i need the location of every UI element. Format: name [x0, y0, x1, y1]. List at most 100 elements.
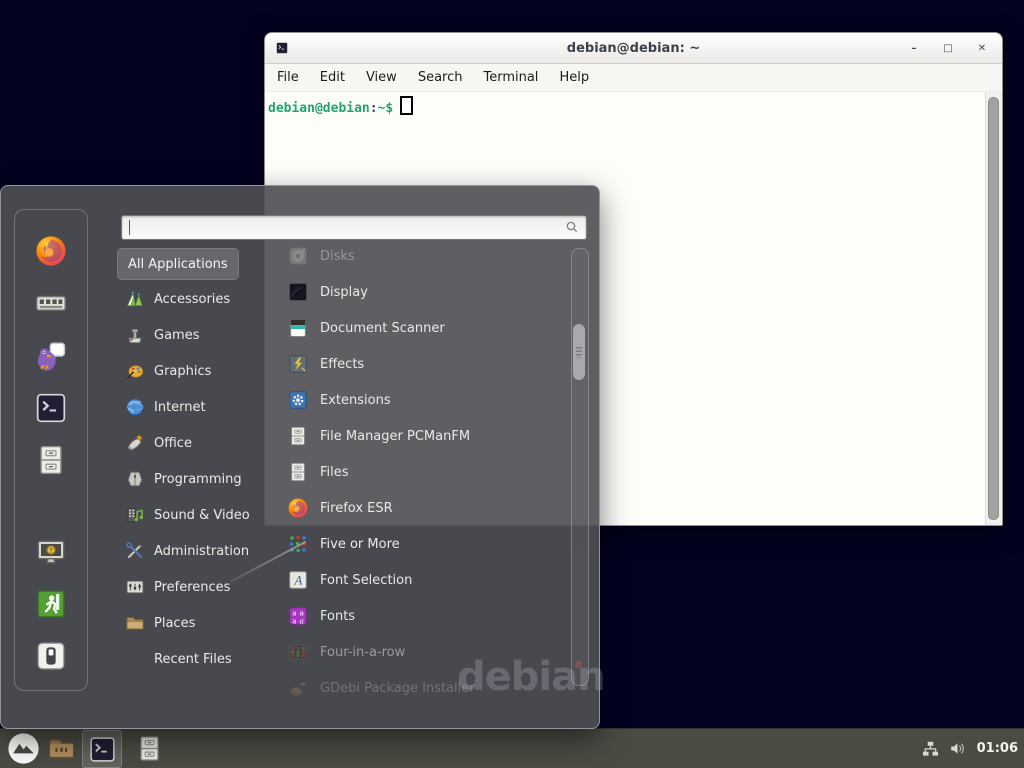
app-label: Font Selection: [320, 573, 412, 588]
app-font-selection[interactable]: A Font Selection: [287, 565, 567, 595]
taskbar-launcher-terminal[interactable]: [82, 730, 122, 768]
disks-icon: [287, 245, 309, 267]
category-label: Places: [154, 616, 195, 631]
app-file-manager-pcmanfm[interactable]: File Manager PCManFM: [287, 421, 567, 451]
category-graphics[interactable]: Graphics: [117, 356, 219, 386]
category-administration[interactable]: Administration: [117, 536, 257, 566]
terminal-cursor: [400, 96, 413, 115]
firefox-icon: [34, 234, 68, 268]
desktop: debian@debian: ~ –□✕ FileEditViewSearchT…: [0, 0, 1024, 768]
app-disks[interactable]: Disks: [287, 241, 567, 271]
favorite-pidgin[interactable]: [31, 336, 71, 376]
app-gdebi-package-installer[interactable]: GDebi Package Installer: [287, 673, 567, 703]
app-label: Four-in-a-row: [320, 645, 405, 660]
app-effects[interactable]: Effects: [287, 349, 567, 379]
app-five-or-more[interactable]: Five or More: [287, 529, 567, 559]
app-label: Extensions: [320, 393, 391, 408]
category-preferences[interactable]: Preferences: [117, 572, 238, 602]
category-places[interactable]: Places: [117, 608, 203, 638]
category-games[interactable]: Games: [117, 320, 207, 350]
app-label: Five or More: [320, 537, 400, 552]
minimize-button[interactable]: –: [908, 43, 920, 54]
category-label: Administration: [154, 544, 249, 559]
app-fonts[interactable]: aaaaFonts: [287, 601, 567, 631]
category-recent-files[interactable]: Recent Files: [117, 644, 240, 674]
favorite-file-cabinet[interactable]: [31, 440, 71, 480]
keyboard-icon: [34, 286, 68, 320]
svg-text:a: a: [299, 616, 303, 625]
app-extensions[interactable]: Extensions: [287, 385, 567, 415]
shutdown-button[interactable]: [31, 636, 71, 676]
app-firefox-esr[interactable]: Firefox ESR: [287, 493, 567, 523]
taskbar-launcher-files[interactable]: [130, 730, 168, 766]
app-files[interactable]: Files: [287, 457, 567, 487]
internet-icon: [125, 397, 145, 417]
favorite-firefox[interactable]: [31, 231, 71, 271]
firefox-icon: [287, 497, 309, 519]
maximize-button[interactable]: □: [942, 43, 954, 54]
menu-help[interactable]: Help: [559, 70, 589, 85]
logout-button[interactable]: [31, 584, 71, 624]
app-label: GDebi Package Installer: [320, 681, 475, 696]
category-programming[interactable]: Programming: [117, 464, 250, 494]
menu-search[interactable]: Search: [418, 70, 463, 85]
app-document-scanner[interactable]: Document Scanner: [287, 313, 567, 343]
search-input[interactable]: [129, 218, 557, 235]
category-internet[interactable]: Internet: [117, 392, 214, 422]
terminal-prompt: debian@debian:~$: [268, 96, 413, 116]
app-label: Effects: [320, 357, 364, 372]
close-button[interactable]: ✕: [976, 43, 988, 54]
favorites-panel: ?: [14, 209, 88, 691]
gdebi-icon: [287, 677, 309, 699]
terminal-titlebar[interactable]: debian@debian: ~ –□✕: [265, 33, 1002, 64]
terminal-scrollbar-thumb[interactable]: [988, 97, 999, 520]
office-icon: [125, 433, 145, 453]
svg-text:?: ?: [49, 547, 53, 555]
terminal-scrollbar[interactable]: [985, 92, 1002, 525]
taskbar-launcher-file-manager[interactable]: [42, 730, 80, 766]
category-all-applications[interactable]: All Applications: [117, 248, 239, 280]
prompt-separator: :: [370, 101, 378, 116]
search-box[interactable]: [121, 215, 587, 240]
preferences-icon: [125, 577, 145, 597]
category-label: Sound & Video: [154, 508, 250, 523]
category-accessories[interactable]: Accessories: [117, 284, 238, 314]
application-menu: ? All Applications Accessories Games Graphi…: [0, 185, 600, 729]
menu-view[interactable]: View: [366, 70, 397, 85]
category-label: Programming: [154, 472, 242, 487]
taskbar: 01:06: [0, 728, 1024, 768]
four-in-a-row-icon: [287, 641, 309, 663]
category-label: Preferences: [154, 580, 230, 595]
file-cabinet-icon: [287, 461, 309, 483]
app-label: Display: [320, 285, 368, 300]
menu-edit[interactable]: Edit: [320, 70, 345, 85]
category-label: Office: [154, 436, 192, 451]
logout-icon: [35, 588, 67, 620]
taskbar-clock[interactable]: 01:06: [975, 741, 1018, 756]
app-label: Fonts: [320, 609, 355, 624]
menu-file[interactable]: File: [277, 70, 299, 85]
category-label: Recent Files: [154, 652, 232, 667]
category-sound-video[interactable]: Sound & Video: [117, 500, 258, 530]
category-label: Internet: [154, 400, 206, 415]
app-label: File Manager PCManFM: [320, 429, 470, 444]
category-office[interactable]: Office: [117, 428, 200, 458]
programming-icon: [125, 469, 145, 489]
favorite-keyboard[interactable]: [31, 283, 71, 323]
taskbar-launcher-menu[interactable]: [4, 730, 42, 766]
favorite-terminal[interactable]: [31, 388, 71, 428]
app-label: Disks: [320, 249, 355, 264]
network-icon[interactable]: [921, 739, 940, 758]
app-four-in-a-row[interactable]: Four-in-a-row: [287, 637, 567, 667]
distro-menu-icon: [7, 732, 40, 765]
svg-text:A: A: [294, 574, 303, 588]
app-list-scrollbar-thumb[interactable]: [573, 324, 585, 380]
terminal-window-icon: [275, 41, 289, 55]
menu-terminal[interactable]: Terminal: [483, 70, 538, 85]
terminal-icon: [88, 735, 117, 764]
app-display[interactable]: Display: [287, 277, 567, 307]
volume-icon[interactable]: [948, 739, 967, 758]
administration-icon: [125, 541, 145, 561]
lock-screen-button[interactable]: ?: [31, 532, 71, 572]
app-list-scrollbar[interactable]: [571, 248, 589, 686]
